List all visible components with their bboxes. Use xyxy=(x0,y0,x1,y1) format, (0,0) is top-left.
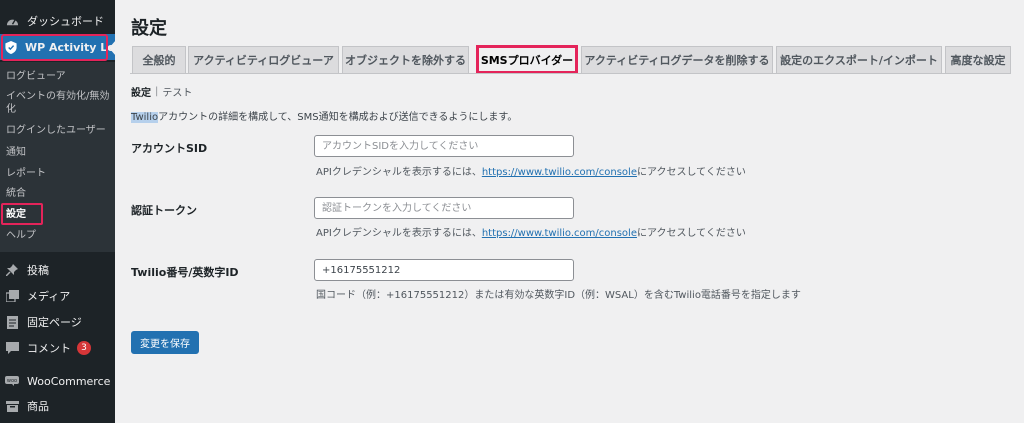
menu-pages-label: 固定ページ xyxy=(27,316,82,329)
twilio-console-link[interactable]: https://www.twilio.com/console xyxy=(482,167,637,178)
description-suffix: にアクセスしてください xyxy=(636,228,746,239)
account-sid-description: APIクレデンシャルを表示するには、https://www.twilio.com… xyxy=(316,163,746,178)
save-changes-button[interactable]: 変更を保存 xyxy=(131,331,199,354)
submenu-notifications[interactable]: 通知 xyxy=(6,146,110,159)
comment-icon xyxy=(5,341,19,355)
account-sid-label: アカウントSID xyxy=(131,142,208,155)
account-sid-input[interactable] xyxy=(314,135,574,157)
submenu-reports[interactable]: レポート xyxy=(6,167,110,180)
menu-comments-label: コメント xyxy=(27,342,71,355)
subnav-separator: | xyxy=(155,86,159,97)
subnav-settings[interactable]: 設定 xyxy=(131,84,151,99)
main-content: 設定 全般的 アクティビティログビューア オブジェクトを除外する SMSプロバイ… xyxy=(115,0,1024,423)
dashboard-icon xyxy=(5,14,19,28)
submenu-log-viewer[interactable]: ログビューア xyxy=(6,70,110,83)
twilio-number-description: 国コード（例：+16175551212）または有効な英数字ID（例：WSAL）を… xyxy=(316,290,801,301)
highlight-outline xyxy=(1,34,108,61)
pin-icon xyxy=(5,263,19,277)
description-prefix: APIクレデンシャルを表示するには、 xyxy=(316,167,482,178)
highlight-outline xyxy=(1,203,43,225)
intro-text: Twilioアカウントの詳細を構成して、SMS通知を構成および送信できるようにし… xyxy=(131,108,517,123)
auth-token-label: 認証トークン xyxy=(131,204,197,217)
subnav: 設定 | テスト xyxy=(131,84,192,99)
submenu-logged-in-users[interactable]: ログインしたユーザー xyxy=(6,124,110,137)
submenu-integrations[interactable]: 統合 xyxy=(6,187,110,200)
menu-posts-label: 投稿 xyxy=(27,264,49,277)
menu-comments[interactable]: コメント 3 xyxy=(0,336,115,360)
twilio-console-link[interactable]: https://www.twilio.com/console xyxy=(482,228,637,239)
auth-token-description: APIクレデンシャルを表示するには、https://www.twilio.com… xyxy=(316,224,746,239)
tab-advanced[interactable]: 高度な設定 xyxy=(945,46,1011,73)
tab-delete-activity-log-data[interactable]: アクティビティログデータを削除する xyxy=(581,46,773,73)
page-icon xyxy=(5,315,19,329)
menu-dashboard-label: ダッシュボード xyxy=(27,15,104,28)
tab-activity-log-viewer[interactable]: アクティビティログビューア xyxy=(188,46,339,73)
menu-media[interactable]: メディア xyxy=(0,284,115,308)
twilio-number-input[interactable] xyxy=(314,259,574,281)
menu-woocommerce[interactable]: woo WooCommerce xyxy=(0,369,115,393)
description-suffix: にアクセスしてください xyxy=(636,167,746,178)
twilio-number-label: Twilio番号/英数字ID xyxy=(131,266,239,279)
svg-text:woo: woo xyxy=(7,378,17,384)
comment-count-badge: 3 xyxy=(77,341,91,355)
page-title: 設定 xyxy=(131,18,167,39)
tab-exclude-objects[interactable]: オブジェクトを除外する xyxy=(342,46,469,73)
menu-woocommerce-label: WooCommerce xyxy=(27,374,111,388)
intro-rest: アカウントの詳細を構成して、SMS通知を構成および送信できるようにします。 xyxy=(158,112,518,123)
tab-general[interactable]: 全般的 xyxy=(132,46,186,73)
submenu-enable-disable-events[interactable]: イベントの有効化/無効化 xyxy=(6,90,110,116)
menu-products-label: 商品 xyxy=(27,400,49,413)
menu-products[interactable]: 商品 xyxy=(0,394,115,418)
menu-posts[interactable]: 投稿 xyxy=(0,258,115,282)
menu-dashboard[interactable]: ダッシュボード xyxy=(0,9,115,33)
auth-token-input[interactable] xyxy=(314,197,574,219)
tab-export-import[interactable]: 設定のエクスポート/インポート xyxy=(776,46,942,73)
submenu-help[interactable]: ヘルプ xyxy=(6,229,110,242)
product-icon xyxy=(5,399,19,413)
menu-pages[interactable]: 固定ページ xyxy=(0,310,115,334)
tab-sms-provider[interactable]: SMSプロバイダー xyxy=(476,45,578,74)
woo-icon: woo xyxy=(5,374,19,388)
description-prefix: APIクレデンシャルを表示するには、 xyxy=(316,228,482,239)
admin-sidebar: ダッシュボード WP Activity Log ログビューア イベントの有効化/… xyxy=(0,0,123,423)
menu-media-label: メディア xyxy=(27,290,71,303)
intro-highlight: Twilio xyxy=(131,112,159,123)
subnav-test[interactable]: テスト xyxy=(162,84,192,99)
media-icon xyxy=(5,289,19,303)
tabs-divider xyxy=(130,73,1011,74)
